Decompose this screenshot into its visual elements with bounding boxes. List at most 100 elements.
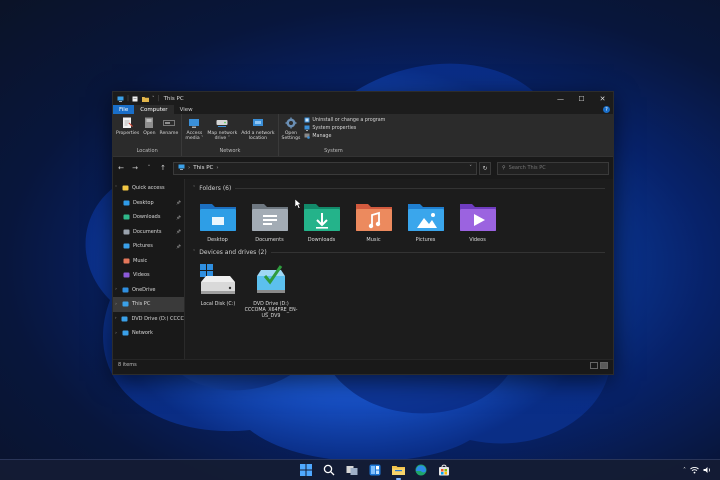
address-bar[interactable]: › This PC › ˅ (173, 161, 477, 175)
manage-button[interactable]: Manage (304, 133, 385, 139)
address-dropdown-icon[interactable]: ˅ (469, 165, 472, 171)
volume-icon[interactable] (703, 466, 712, 476)
collapse-chevron-icon[interactable]: ˅ (193, 186, 195, 191)
title-bar[interactable]: | ˅ | This PC — ☐ ✕ (113, 92, 613, 105)
this-pc-icon (178, 164, 185, 172)
store-icon[interactable] (436, 462, 453, 479)
manage-label: Manage (312, 133, 332, 139)
help-icon[interactable]: ? (603, 106, 610, 113)
onedrive-icon (122, 287, 129, 293)
folder-downloads[interactable]: Downloads (302, 196, 341, 243)
nav-item-videos[interactable]: Videos (113, 268, 184, 283)
map-drive-label-2: drive ˅ (214, 136, 231, 142)
properties-button[interactable]: Properties (116, 116, 139, 148)
folder-documents[interactable]: Documents (250, 196, 289, 243)
widgets-icon[interactable] (367, 462, 384, 479)
breadcrumb-separator-icon[interactable]: › (188, 165, 190, 171)
pin-icon: 📌 (176, 214, 181, 220)
folders-section-header[interactable]: ˅ Folders (6) (193, 183, 605, 193)
properties-icon[interactable] (132, 96, 139, 102)
nav-item-onedrive[interactable]: › OneDrive (113, 283, 184, 298)
nav-item-music[interactable]: Music (113, 254, 184, 269)
wifi-icon[interactable] (690, 466, 699, 476)
access-media-button[interactable]: Access media ˅ (185, 116, 203, 148)
collapse-chevron-icon[interactable]: ˅ (193, 250, 195, 255)
music-folder-icon (355, 196, 393, 236)
rename-button[interactable]: Rename (160, 116, 178, 148)
breadcrumb-separator-icon[interactable]: › (216, 165, 218, 171)
add-network-location-button[interactable]: Add a network location (241, 116, 275, 148)
nav-item-label: Pictures (133, 243, 153, 250)
nav-item-quick-access[interactable]: ˅ Quick access (113, 181, 184, 196)
folder-videos[interactable]: Videos (458, 196, 497, 243)
pin-icon: 📌 (176, 200, 181, 206)
start-icon[interactable] (298, 462, 315, 479)
star-icon (122, 185, 129, 191)
system-properties-button[interactable]: System properties (304, 125, 385, 131)
edge-icon[interactable] (413, 462, 430, 479)
expand-chevron-icon[interactable]: › (113, 287, 119, 292)
search-input[interactable] (508, 165, 599, 171)
large-icons-view-button[interactable] (600, 361, 608, 369)
minimize-button[interactable]: — (550, 92, 571, 105)
show-hidden-icons-chevron-icon[interactable]: ˄ (683, 467, 686, 474)
recent-locations-chevron-icon[interactable]: ˅ (145, 165, 153, 171)
nav-item-pictures[interactable]: Pictures 📌 (113, 239, 184, 254)
chevron-down-icon[interactable]: ˅ (152, 96, 155, 102)
task-view-icon[interactable] (344, 462, 361, 479)
expand-chevron-icon[interactable]: › (113, 316, 118, 321)
folder-music[interactable]: Music (354, 196, 393, 243)
nav-item-label: Music (133, 257, 148, 264)
nav-item-label: OneDrive (132, 286, 156, 293)
this-pc-icon (122, 301, 129, 307)
expand-chevron-icon[interactable]: › (113, 302, 119, 307)
folders-grid: Desktop Documents Downloads Music Pictures Vi… (193, 196, 605, 243)
up-arrow-icon[interactable]: ↑ (159, 164, 167, 172)
videos-icon (123, 272, 130, 278)
search-icon[interactable] (321, 462, 338, 479)
map-drive-icon (216, 116, 228, 129)
desktop-folder-icon (199, 196, 237, 236)
nav-item-this-pc[interactable]: › This PC (113, 297, 184, 312)
dvd-drive-label: DVD Drive (D:) CCCOMA_X64FRE_EN-US_DV9 (244, 302, 298, 319)
refresh-icon[interactable]: ↻ (479, 161, 491, 175)
maximize-button[interactable]: ☐ (571, 92, 592, 105)
drives-section-header[interactable]: ˅ Devices and drives (2) (193, 247, 605, 257)
tab-file[interactable]: File (113, 105, 135, 114)
dvd-drive-d-item[interactable]: DVD Drive (D:) CCCOMA_X64FRE_EN-US_DV9 (245, 260, 297, 320)
drives-grid: Local Disk (C:) DVD Drive (D:) CCCOMA_X6… (193, 260, 605, 320)
folder-pictures[interactable]: Pictures (406, 196, 445, 243)
forward-arrow-icon[interactable]: → (131, 164, 139, 172)
map-network-drive-button[interactable]: Map network drive ˅ (207, 116, 237, 148)
drives-header-label: Devices and drives (2) (199, 248, 267, 256)
nav-item-network[interactable]: › Network (113, 326, 184, 341)
file-explorer-icon[interactable] (390, 462, 407, 480)
search-icon: ⚲ (502, 165, 506, 171)
expand-chevron-icon[interactable]: › (113, 331, 119, 336)
tab-computer[interactable]: Computer (134, 105, 174, 114)
pin-icon: 📌 (176, 243, 181, 249)
expand-chevron-icon[interactable]: ˅ (113, 186, 119, 191)
close-button[interactable]: ✕ (592, 92, 613, 105)
uninstall-program-button[interactable]: Uninstall or change a program (304, 117, 385, 123)
nav-item-documents[interactable]: Documents 📌 (113, 225, 184, 240)
breadcrumb-this-pc[interactable]: This PC (193, 165, 213, 171)
dvd-drive-icon (121, 316, 128, 322)
nav-item-dvd-drive-d-cccc[interactable]: › DVD Drive (D:) CCCC (113, 312, 184, 327)
back-arrow-icon[interactable]: ← (117, 164, 125, 172)
local-disk-c-item[interactable]: Local Disk (C:) (198, 260, 238, 320)
new-folder-icon[interactable] (142, 96, 150, 102)
group-label-location: Location (136, 148, 158, 154)
nav-item-label: Desktop (133, 199, 154, 206)
ribbon-group-system: Open Settings Uninstall or change a prog… (279, 114, 389, 156)
folders-header-label: Folders (6) (199, 184, 232, 192)
folder-desktop[interactable]: Desktop (198, 196, 237, 243)
open-settings-button[interactable]: Open Settings (282, 116, 300, 148)
downloads-icon (123, 214, 130, 220)
tab-view[interactable]: View (174, 105, 199, 114)
search-box[interactable]: ⚲ (497, 161, 609, 175)
details-view-button[interactable] (590, 361, 598, 369)
nav-item-desktop[interactable]: Desktop 📌 (113, 196, 184, 211)
nav-item-downloads[interactable]: Downloads 📌 (113, 210, 184, 225)
open-button[interactable]: Open (143, 116, 156, 148)
